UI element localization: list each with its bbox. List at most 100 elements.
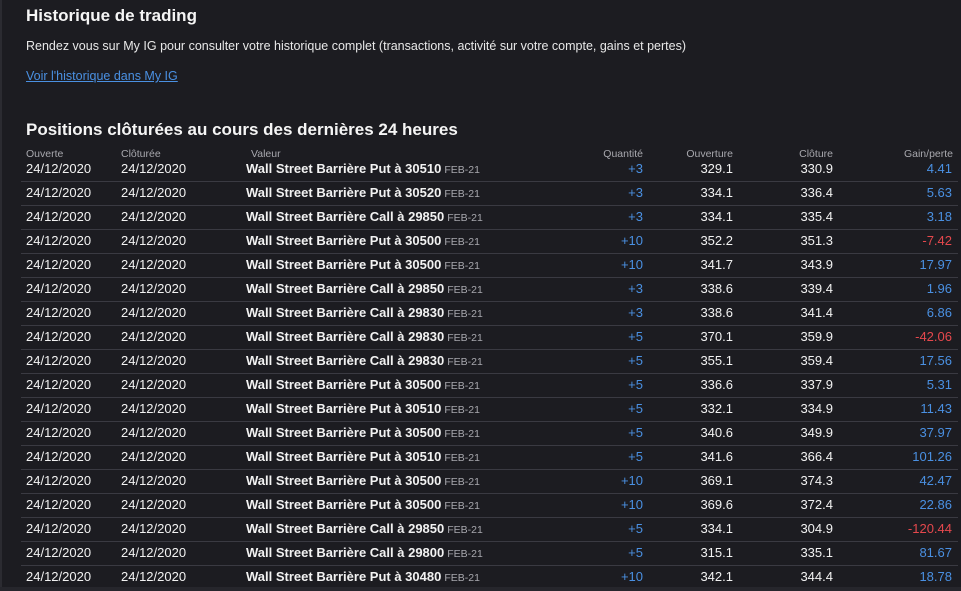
instrument-name: Wall Street Barrière Call à 29830	[246, 305, 445, 320]
cell-profit-loss: 81.67	[919, 545, 952, 560]
cell-opened: 24/12/2020	[26, 209, 92, 224]
cell-instrument[interactable]: Wall Street Barrière Call à 29850 FEB-21	[246, 521, 483, 536]
table-row[interactable]: 24/12/2020 24/12/2020 Wall Street Barrière…	[21, 182, 958, 206]
table-row[interactable]: 24/12/2020 24/12/2020 Wall Street Barrière…	[21, 302, 958, 326]
cell-open-price: 332.1	[700, 401, 733, 416]
cell-profit-loss: -42.06	[915, 329, 952, 344]
cell-closed: 24/12/2020	[121, 401, 187, 416]
cell-closed: 24/12/2020	[121, 281, 187, 296]
cell-instrument[interactable]: Wall Street Barrière Put à 30520 FEB-21	[246, 185, 480, 200]
cell-opened: 24/12/2020	[26, 377, 92, 392]
instrument-expiry: FEB-21	[447, 524, 483, 536]
cell-closed: 24/12/2020	[121, 257, 187, 272]
cell-open-price: 355.1	[700, 353, 733, 368]
cell-quantity: +5	[628, 545, 643, 560]
cell-opened: 24/12/2020	[26, 161, 92, 176]
instrument-expiry: FEB-21	[444, 476, 480, 488]
cell-opened: 24/12/2020	[26, 497, 92, 512]
instrument-expiry: FEB-21	[444, 428, 480, 440]
cell-open-price: 352.2	[700, 233, 733, 248]
cell-closed: 24/12/2020	[121, 473, 187, 488]
cell-quantity: +3	[628, 209, 643, 224]
cell-opened: 24/12/2020	[26, 329, 92, 344]
table-row[interactable]: 24/12/2020 24/12/2020 Wall Street Barrière…	[21, 494, 958, 518]
cell-profit-loss: 18.78	[919, 569, 952, 584]
cell-opened: 24/12/2020	[26, 521, 92, 536]
cell-closed: 24/12/2020	[121, 521, 187, 536]
cell-instrument[interactable]: Wall Street Barrière Put à 30510 FEB-21	[246, 449, 480, 464]
cell-instrument[interactable]: Wall Street Barrière Call à 29800 FEB-21	[246, 545, 483, 560]
cell-quantity: +10	[620, 569, 643, 584]
cell-open-price: 315.1	[700, 545, 733, 560]
cell-closed: 24/12/2020	[121, 305, 187, 320]
instrument-expiry: FEB-21	[447, 308, 483, 320]
table-row[interactable]: 24/12/2020 24/12/2020 Wall Street Barrière…	[21, 470, 958, 494]
history-title: Historique de trading	[26, 6, 197, 25]
cell-profit-loss: 22.86	[919, 497, 952, 512]
cell-close-price: 330.9	[800, 161, 833, 176]
cell-instrument[interactable]: Wall Street Barrière Put à 30500 FEB-21	[246, 377, 480, 392]
table-row[interactable]: 24/12/2020 24/12/2020 Wall Street Barrière…	[21, 350, 958, 374]
cell-open-price: 369.6	[700, 497, 733, 512]
instrument-expiry: FEB-21	[444, 404, 480, 416]
cell-open-price: 341.7	[700, 257, 733, 272]
cell-close-price: 336.4	[800, 185, 833, 200]
cell-closed: 24/12/2020	[121, 209, 187, 224]
instrument-expiry: FEB-21	[444, 188, 480, 200]
cell-quantity: +3	[628, 281, 643, 296]
cell-profit-loss: 101.26	[912, 449, 952, 464]
table-row[interactable]: 24/12/2020 24/12/2020 Wall Street Barrière…	[21, 254, 958, 278]
cell-close-price: 372.4	[800, 497, 833, 512]
table-row[interactable]: 24/12/2020 24/12/2020 Wall Street Barrière…	[21, 206, 958, 230]
cell-close-price: 349.9	[800, 425, 833, 440]
table-row[interactable]: 24/12/2020 24/12/2020 Wall Street Barrière…	[21, 422, 958, 446]
cell-opened: 24/12/2020	[26, 185, 92, 200]
cell-profit-loss: 37.97	[919, 425, 952, 440]
table-row[interactable]: 24/12/2020 24/12/2020 Wall Street Barrière…	[21, 518, 958, 542]
cell-instrument[interactable]: Wall Street Barrière Call à 29830 FEB-21	[246, 353, 483, 368]
table-row[interactable]: 24/12/2020 24/12/2020 Wall Street Barrière…	[21, 158, 958, 182]
cell-profit-loss: -7.42	[922, 233, 952, 248]
table-row[interactable]: 24/12/2020 24/12/2020 Wall Street Barrière…	[21, 446, 958, 470]
cell-quantity: +10	[620, 473, 643, 488]
instrument-expiry: FEB-21	[447, 356, 483, 368]
instrument-expiry: FEB-21	[444, 572, 480, 584]
instrument-expiry: FEB-21	[447, 284, 483, 296]
cell-instrument[interactable]: Wall Street Barrière Put à 30500 FEB-21	[246, 257, 480, 272]
view-history-link[interactable]: Voir l'historique dans My IG	[26, 69, 178, 83]
cell-instrument[interactable]: Wall Street Barrière Put à 30500 FEB-21	[246, 473, 480, 488]
table-row[interactable]: 24/12/2020 24/12/2020 Wall Street Barrière…	[21, 326, 958, 350]
cell-instrument[interactable]: Wall Street Barrière Put à 30480 FEB-21	[246, 569, 480, 584]
cell-closed: 24/12/2020	[121, 353, 187, 368]
cell-profit-loss: -120.44	[907, 521, 952, 536]
cell-opened: 24/12/2020	[26, 545, 92, 560]
cell-close-price: 337.9	[800, 377, 833, 392]
instrument-name: Wall Street Barrière Call à 29800	[246, 545, 445, 560]
instrument-expiry: FEB-21	[447, 212, 483, 224]
table-row[interactable]: 24/12/2020 24/12/2020 Wall Street Barrière…	[21, 278, 958, 302]
table-row[interactable]: 24/12/2020 24/12/2020 Wall Street Barrière…	[21, 398, 958, 422]
cell-open-price: 342.1	[700, 569, 733, 584]
instrument-name: Wall Street Barrière Call à 29850	[246, 209, 445, 224]
cell-instrument[interactable]: Wall Street Barrière Put à 30510 FEB-21	[246, 161, 480, 176]
cell-instrument[interactable]: Wall Street Barrière Put à 30500 FEB-21	[246, 497, 480, 512]
cell-instrument[interactable]: Wall Street Barrière Call à 29850 FEB-21	[246, 281, 483, 296]
instrument-expiry: FEB-21	[444, 260, 480, 272]
cell-instrument[interactable]: Wall Street Barrière Put à 30510 FEB-21	[246, 401, 480, 416]
cell-opened: 24/12/2020	[26, 569, 92, 584]
cell-instrument[interactable]: Wall Street Barrière Put à 30500 FEB-21	[246, 233, 480, 248]
cell-instrument[interactable]: Wall Street Barrière Call à 29830 FEB-21	[246, 305, 483, 320]
cell-opened: 24/12/2020	[26, 233, 92, 248]
cell-instrument[interactable]: Wall Street Barrière Put à 30500 FEB-21	[246, 425, 480, 440]
cell-open-price: 336.6	[700, 377, 733, 392]
instrument-expiry: FEB-21	[447, 332, 483, 344]
table-row[interactable]: 24/12/2020 24/12/2020 Wall Street Barrière…	[21, 230, 958, 254]
cell-instrument[interactable]: Wall Street Barrière Call à 29850 FEB-21	[246, 209, 483, 224]
cell-open-price: 329.1	[700, 161, 733, 176]
cell-instrument[interactable]: Wall Street Barrière Call à 29830 FEB-21	[246, 329, 483, 344]
cell-quantity: +5	[628, 521, 643, 536]
cell-opened: 24/12/2020	[26, 425, 92, 440]
cell-open-price: 370.1	[700, 329, 733, 344]
table-row[interactable]: 24/12/2020 24/12/2020 Wall Street Barrière…	[21, 542, 958, 566]
table-row[interactable]: 24/12/2020 24/12/2020 Wall Street Barrière…	[21, 374, 958, 398]
